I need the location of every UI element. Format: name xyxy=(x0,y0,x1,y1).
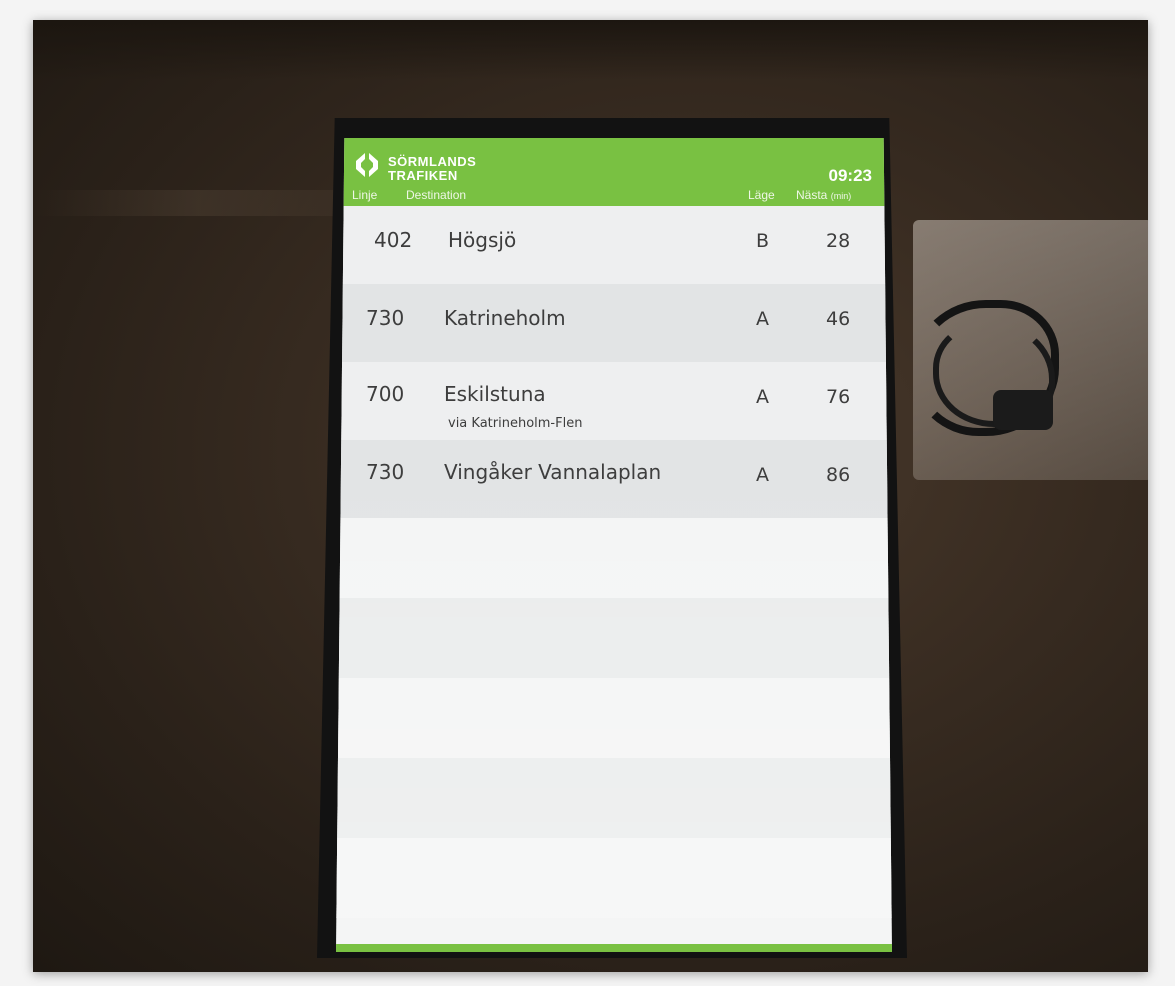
stop-position: A xyxy=(756,308,769,330)
column-header-line: Linje xyxy=(352,188,378,202)
minutes-to-departure: 76 xyxy=(826,386,851,408)
brand-name-line-2: TRAFIKEN xyxy=(388,168,458,183)
line-number: 700 xyxy=(366,382,405,406)
departure-row: 402 Högsjö B 28 xyxy=(336,206,892,284)
empty-row xyxy=(336,838,892,918)
stop-position: B xyxy=(756,230,770,252)
departure-row: 730 Vingåker Vannalaplan A 86 xyxy=(336,440,892,518)
destination-via: via Katrineholm-Flen xyxy=(448,416,583,431)
departure-row: 700 Eskilstuna via Katrineholm-Flen A 76 xyxy=(336,362,892,440)
power-plug xyxy=(993,390,1053,430)
column-header-next: Nästa (min) xyxy=(796,188,851,202)
empty-row xyxy=(336,678,892,758)
column-header-destination: Destination xyxy=(406,188,467,202)
minutes-to-departure: 86 xyxy=(826,464,851,486)
minutes-to-departure: 46 xyxy=(826,308,851,330)
destination: Högsjö xyxy=(448,228,517,252)
stop-position: A xyxy=(756,386,769,408)
photo-frame: SÖRMLANDS TRAFIKEN 09:23 Linje Destinati… xyxy=(0,0,1175,986)
minutes-to-departure: 28 xyxy=(826,230,851,252)
column-header-next-unit: (min) xyxy=(830,191,852,201)
line-number: 730 xyxy=(366,460,405,484)
column-header-next-label: Nästa xyxy=(796,188,828,202)
screen-header: SÖRMLANDS TRAFIKEN 09:23 Linje Destinati… xyxy=(336,138,892,206)
departure-row: 730 Katrineholm A 46 xyxy=(336,284,892,362)
line-number: 402 xyxy=(374,228,413,252)
line-number: 730 xyxy=(366,306,405,330)
destination: Vingåker Vannalaplan xyxy=(444,460,662,484)
empty-row xyxy=(336,758,892,838)
column-header-position: Läge xyxy=(748,188,775,202)
wall-shadow xyxy=(33,20,1148,80)
destination: Katrineholm xyxy=(444,306,566,330)
brand-name-line-1: SÖRMLANDS xyxy=(388,154,477,169)
clock: 09:23 xyxy=(828,166,872,185)
sormlandstrafiken-logo-icon xyxy=(356,153,378,177)
wall-stripe xyxy=(33,190,363,216)
departure-list: 402 Högsjö B 28 730 Katrineholm A 46 700… xyxy=(336,206,892,918)
departure-screen: SÖRMLANDS TRAFIKEN 09:23 Linje Destinati… xyxy=(336,138,892,952)
empty-row xyxy=(336,518,892,598)
stop-position: A xyxy=(756,464,769,486)
destination: Eskilstuna xyxy=(444,382,546,406)
empty-row xyxy=(336,598,892,678)
screen-footer-bar xyxy=(336,944,892,952)
